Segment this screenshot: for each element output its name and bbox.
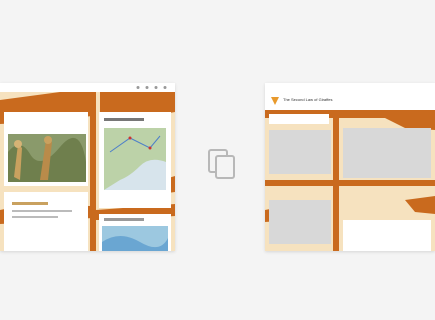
- preview-title: The Second Law of Giraffes: [283, 97, 333, 102]
- toolbar-icons: [136, 86, 167, 89]
- left-layout-preview[interactable]: [0, 83, 175, 251]
- right-layout-preview[interactable]: The Second Law of Giraffes: [265, 83, 435, 251]
- right-pattern: [265, 110, 435, 251]
- slide-transition-preview: The Second Law of Giraffes: [0, 0, 435, 320]
- left-pattern: [0, 92, 175, 251]
- cone-logo-icon: [271, 97, 279, 105]
- copy-icon[interactable]: [206, 147, 238, 181]
- preview-header: The Second Law of Giraffes: [265, 83, 435, 110]
